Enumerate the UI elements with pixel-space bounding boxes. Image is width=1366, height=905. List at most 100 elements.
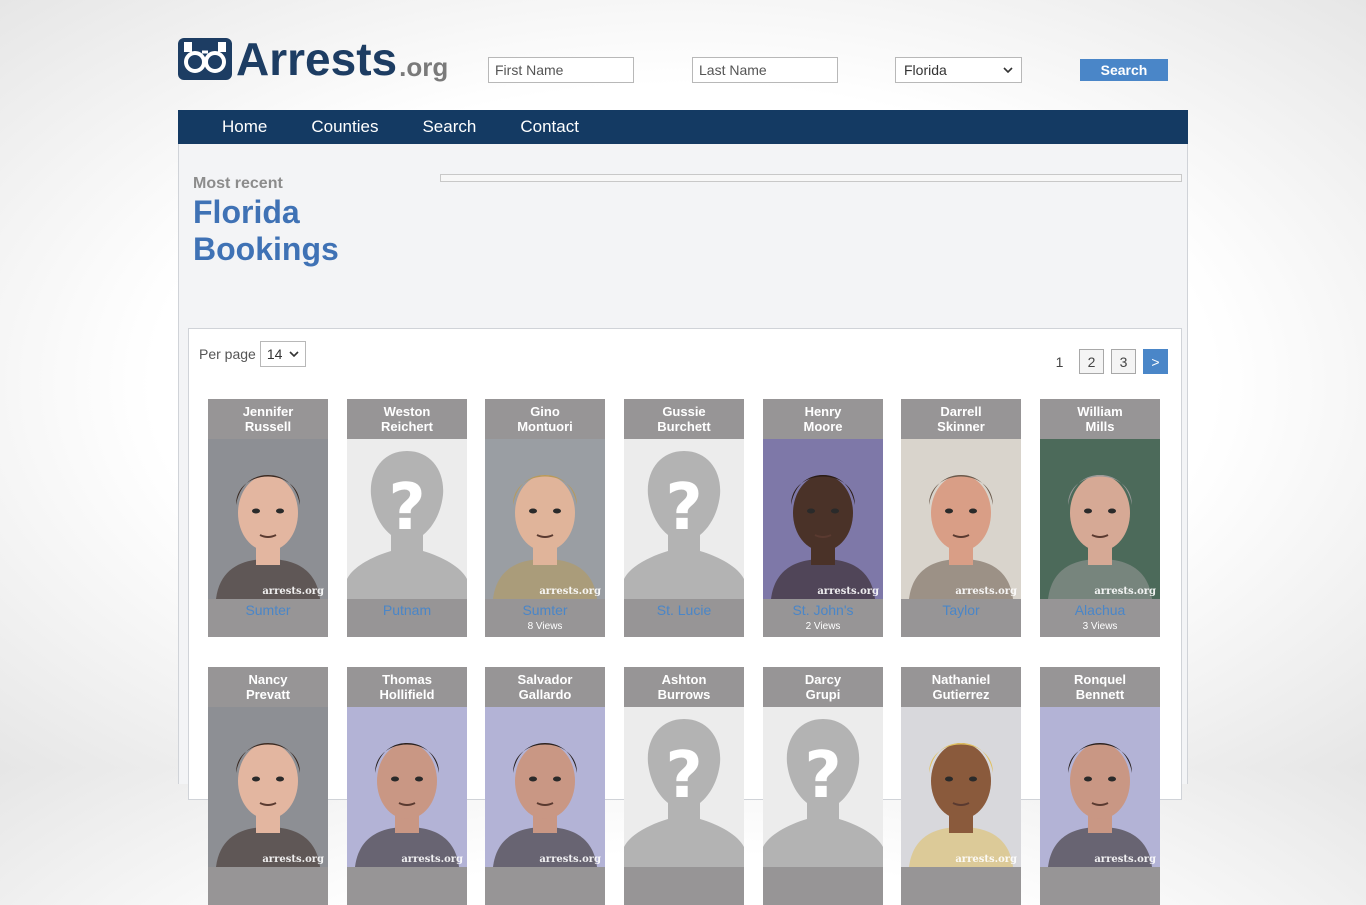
inmate-county-link[interactable]: St. John's: [763, 602, 883, 618]
inmate-first-name: Ashton: [661, 672, 707, 687]
inmate-last-name: Bennett: [1075, 687, 1125, 702]
inmate-last-name: Gallardo: [518, 687, 572, 702]
view-count: 8 Views: [527, 621, 563, 632]
logo-wordmark: Arrests: [236, 33, 398, 85]
inmate-name[interactable]: Henry Moore: [763, 399, 883, 439]
inmate-photo[interactable]: arrests.org: [763, 439, 883, 599]
inmate-photo[interactable]: arrests.org: [347, 707, 467, 867]
inmate-name[interactable]: Gino Montuori: [485, 399, 605, 439]
inmate-last-name: Burrows: [657, 687, 711, 702]
state-select[interactable]: Florida: [895, 57, 1022, 83]
inmate-first-name: Nathaniel: [931, 672, 991, 687]
inmate-photo[interactable]: ?: [763, 707, 883, 867]
inmate-card[interactable]: Thomas Hollifield arrests.org: [347, 667, 467, 905]
mugshot-photo: [347, 707, 467, 867]
per-page-value: 14: [266, 346, 283, 362]
inmate-card[interactable]: Ronquel Bennett arrests.org: [1040, 667, 1160, 905]
site-logo[interactable]: Arrests .org: [178, 33, 449, 85]
title-line-1: Florida: [193, 194, 300, 230]
nav-counties[interactable]: Counties: [311, 117, 378, 137]
inmate-card[interactable]: Henry Moore arrests.org St. John's 2 Views: [763, 399, 883, 637]
inmate-first-name: Nancy: [248, 672, 288, 687]
inmate-county-link[interactable]: Sumter: [208, 602, 328, 618]
mugshot-photo: [1040, 439, 1160, 599]
inmate-first-name: Ronquel: [1074, 672, 1126, 687]
inmate-photo[interactable]: ?: [624, 439, 744, 599]
inmate-photo[interactable]: arrests.org: [1040, 707, 1160, 867]
inmate-card[interactable]: Salvador Gallardo arrests.org: [485, 667, 605, 905]
search-button[interactable]: Search: [1080, 59, 1168, 81]
per-page-control: Per page 14: [199, 341, 306, 367]
inmate-last-name: Moore: [803, 419, 843, 434]
inmate-card[interactable]: William Mills arrests.org Alachua 3 Views: [1040, 399, 1160, 637]
inmate-last-name: Gutierrez: [932, 687, 990, 702]
inmate-county-link[interactable]: Taylor: [901, 602, 1021, 618]
inmate-card[interactable]: Darrell Skinner arrests.org Taylor: [901, 399, 1021, 637]
inmate-card[interactable]: Gino Montuori arrests.org Sumter 8 Views: [485, 399, 605, 637]
inmate-card[interactable]: Nathaniel Gutierrez arrests.org: [901, 667, 1021, 905]
pagination: 1 2 3 >: [1040, 349, 1168, 374]
view-count: 2 Views: [805, 621, 841, 632]
inmate-last-name: Prevatt: [245, 687, 291, 702]
inmate-photo[interactable]: arrests.org: [485, 707, 605, 867]
inmate-name[interactable]: William Mills: [1040, 399, 1160, 439]
inmate-photo[interactable]: arrests.org: [1040, 439, 1160, 599]
inmate-name[interactable]: Darrell Skinner: [901, 399, 1021, 439]
watermark: arrests.org: [401, 854, 463, 865]
inmate-name[interactable]: Weston Reichert: [347, 399, 467, 439]
inmate-name[interactable]: Darcy Grupi: [763, 667, 883, 707]
inmate-last-name: Reichert: [380, 419, 434, 434]
inmate-first-name: Gussie: [662, 404, 706, 419]
svg-text:?: ?: [804, 739, 841, 813]
placeholder-silhouette-icon: ?: [624, 439, 744, 599]
inmate-photo[interactable]: arrests.org: [901, 439, 1021, 599]
watermark: arrests.org: [1094, 854, 1156, 865]
logo-tld: .org: [399, 52, 449, 82]
nav-contact[interactable]: Contact: [520, 117, 579, 137]
inmate-county-link[interactable]: St. Lucie: [624, 602, 744, 618]
inmate-photo[interactable]: ?: [624, 707, 744, 867]
per-page-label: Per page: [199, 346, 256, 362]
inmate-first-name: Jennifer: [242, 404, 294, 419]
inmate-name[interactable]: Nathaniel Gutierrez: [901, 667, 1021, 707]
mugshot-photo: [901, 439, 1021, 599]
inmate-name[interactable]: Ronquel Bennett: [1040, 667, 1160, 707]
inmate-first-name: Weston: [383, 404, 431, 419]
per-page-select[interactable]: 14: [259, 341, 306, 367]
inmate-name[interactable]: Ashton Burrows: [624, 667, 744, 707]
page-wrapper: Arrests .org Florida Search Home Countie…: [178, 0, 1188, 905]
inmate-card[interactable]: Darcy Grupi?: [763, 667, 883, 905]
content-panel: Most recent Florida Bookings Per page 14…: [178, 144, 1188, 905]
nav-home[interactable]: Home: [222, 117, 267, 137]
inmate-photo[interactable]: ?: [347, 439, 467, 599]
page-current: 1: [1055, 353, 1064, 370]
inmate-county-link[interactable]: Alachua: [1040, 602, 1160, 618]
inmate-photo[interactable]: arrests.org: [208, 439, 328, 599]
page-link-2[interactable]: 2: [1079, 349, 1104, 374]
next-page-button[interactable]: >: [1143, 349, 1168, 374]
inmate-name[interactable]: Nancy Prevatt: [208, 667, 328, 707]
inmate-card[interactable]: Gussie Burchett? St. Lucie: [624, 399, 744, 637]
inmate-name[interactable]: Thomas Hollifield: [347, 667, 467, 707]
nav-search[interactable]: Search: [422, 117, 476, 137]
inmate-name[interactable]: Jennifer Russell: [208, 399, 328, 439]
page-link-3[interactable]: 3: [1111, 349, 1136, 374]
inmate-card[interactable]: Weston Reichert? Putnam: [347, 399, 467, 637]
inmate-name[interactable]: Gussie Burchett: [624, 399, 744, 439]
inmate-card[interactable]: Ashton Burrows?: [624, 667, 744, 905]
inmate-last-name: Grupi: [805, 687, 841, 702]
inmate-first-name: Gino: [530, 404, 560, 419]
last-name-input[interactable]: [692, 57, 838, 83]
first-name-input[interactable]: [488, 57, 634, 83]
placeholder-silhouette-icon: ?: [763, 707, 883, 867]
inmate-county-link[interactable]: Sumter: [485, 602, 605, 618]
placeholder-silhouette-icon: ?: [347, 439, 467, 599]
inmate-card[interactable]: Jennifer Russell arrests.org Sumter: [208, 399, 328, 637]
inmate-card[interactable]: Nancy Prevatt arrests.org: [208, 667, 328, 905]
state-select-value: Florida: [904, 62, 947, 78]
inmate-name[interactable]: Salvador Gallardo: [485, 667, 605, 707]
inmate-photo[interactable]: arrests.org: [485, 439, 605, 599]
inmate-photo[interactable]: arrests.org: [208, 707, 328, 867]
inmate-county-link[interactable]: Putnam: [347, 602, 467, 618]
inmate-photo[interactable]: arrests.org: [901, 707, 1021, 867]
